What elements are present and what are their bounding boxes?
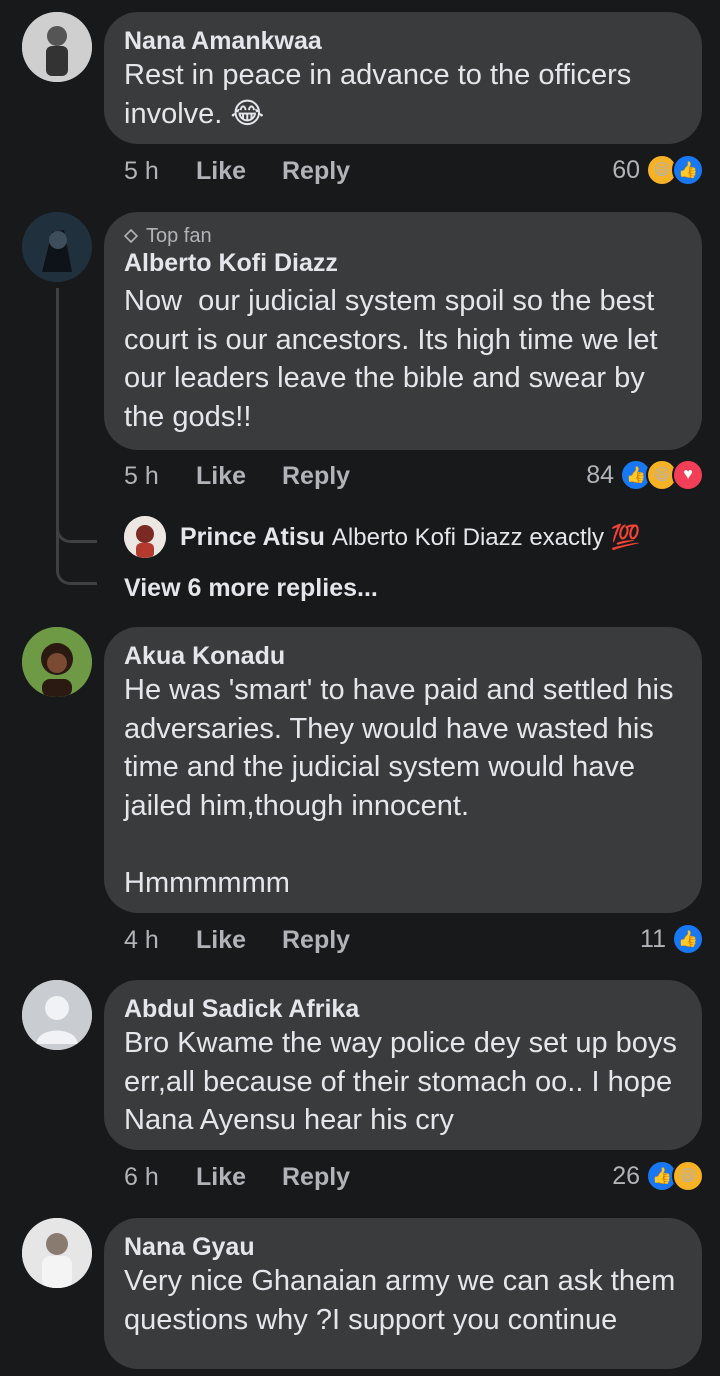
haha-icon: 😆 [672, 1160, 704, 1192]
comment-text: He was 'smart' to have paid and settled … [124, 674, 674, 899]
thread-hook [56, 560, 97, 585]
comment-text: Now our judicial system spoil so the bes… [124, 285, 666, 433]
heart-icon: ♥ [672, 459, 704, 491]
comment-actions: 5 h Like Reply [124, 462, 350, 491]
reaction-count: 60 [612, 155, 640, 184]
comment-actions: 5 h Like Reply [124, 157, 350, 186]
comment-time[interactable]: 5 h [124, 157, 196, 186]
thumbs-up-icon: 👍 [672, 923, 704, 955]
avatar[interactable] [22, 212, 92, 282]
commenter-name[interactable]: Alberto Kofi Diazz [124, 248, 682, 278]
thread-hook [56, 518, 97, 543]
thumbs-up-icon: 👍 [672, 154, 704, 186]
reaction-count: 11 [640, 924, 666, 953]
avatar[interactable] [22, 627, 92, 697]
like-button[interactable]: Like [196, 462, 282, 491]
comment-text: Very nice Ghanaian army we can ask them … [124, 1265, 684, 1336]
avatar[interactable] [22, 12, 92, 82]
reply-button[interactable]: Reply [282, 157, 350, 186]
commenter-name[interactable]: Akua Konadu [124, 641, 682, 671]
like-button[interactable]: Like [196, 1163, 282, 1192]
comment-time[interactable]: 4 h [124, 926, 196, 955]
diamond-icon [124, 229, 138, 243]
reaction-summary[interactable]: 60 😆 👍 [612, 154, 704, 186]
comment-bubble[interactable]: Top fan Alberto Kofi Diazz Now our judic… [104, 212, 702, 450]
reaction-count: 26 [612, 1161, 640, 1190]
like-button[interactable]: Like [196, 926, 282, 955]
reply-preview[interactable]: Prince Atisu Alberto Kofi Diazz exactly … [124, 516, 641, 558]
commenter-name[interactable]: Nana Amankwaa [124, 26, 682, 56]
comment-text: Bro Kwame the way police dey set up boys… [124, 1027, 685, 1136]
avatar[interactable] [22, 980, 92, 1050]
reaction-summary[interactable]: 26 👍 😆 [612, 1160, 704, 1192]
comment-time[interactable]: 6 h [124, 1163, 196, 1192]
reaction-summary[interactable]: 11 👍 [640, 923, 704, 955]
comment-bubble[interactable]: Abdul Sadick Afrika Bro Kwame the way po… [104, 980, 702, 1150]
avatar[interactable] [22, 1218, 92, 1288]
reply-button[interactable]: Reply [282, 926, 350, 955]
reaction-summary[interactable]: 84 👍 😆 ♥ [586, 459, 704, 491]
comment-text: Rest in peace in advance to the officers… [124, 59, 640, 130]
comment-bubble[interactable]: Akua Konadu He was 'smart' to have paid … [104, 627, 702, 913]
comment-actions: 6 h Like Reply [124, 1163, 350, 1192]
comment-actions: 4 h Like Reply [124, 926, 350, 955]
reply-button[interactable]: Reply [282, 462, 350, 491]
avatar[interactable] [124, 516, 166, 558]
reaction-count: 84 [586, 460, 614, 489]
reply-text: Alberto Kofi Diazz exactly 💯 [331, 523, 641, 551]
commenter-name[interactable]: Nana Gyau [124, 1232, 682, 1262]
like-button[interactable]: Like [196, 157, 282, 186]
comment-bubble[interactable]: Nana Gyau Very nice Ghanaian army we can… [104, 1218, 702, 1369]
comment-time[interactable]: 5 h [124, 462, 196, 491]
reply-author-name[interactable]: Prince Atisu [180, 523, 325, 551]
reply-button[interactable]: Reply [282, 1163, 350, 1192]
view-more-replies-link[interactable]: View 6 more replies... [124, 574, 378, 603]
commenter-name[interactable]: Abdul Sadick Afrika [124, 994, 682, 1024]
comment-bubble[interactable]: Nana Amankwaa Rest in peace in advance t… [104, 12, 702, 144]
top-fan-badge: Top fan [124, 224, 682, 248]
